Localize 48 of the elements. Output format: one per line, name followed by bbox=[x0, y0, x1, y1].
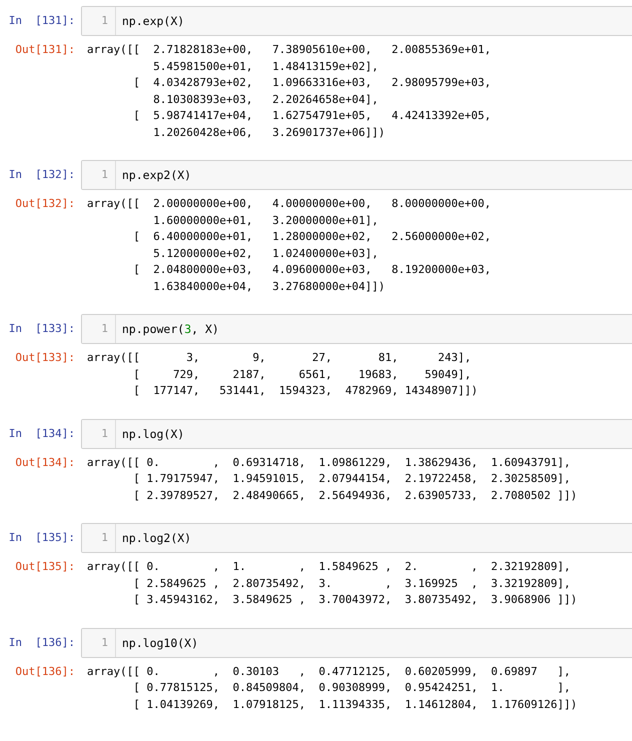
input-prompt: In [136]: bbox=[8, 634, 76, 650]
code-input[interactable]: 1 np.power(3, X) bbox=[81, 314, 632, 344]
line-number: 1 bbox=[82, 161, 116, 189]
input-prompt: In [133]: bbox=[8, 321, 76, 337]
output-line: array([[ 0. , 0.69314718, 1.09861229, 1.38629436, 1.60943791], bbox=[87, 454, 572, 470]
line-number: 1 bbox=[82, 420, 116, 448]
output-line: 1.63840000e+04, 3.27680000e+04]]) bbox=[152, 278, 386, 294]
output-line: 5.45981500e+01, 1.48413159e+02], bbox=[152, 58, 380, 74]
output-line: array([[ 0. , 1. , 1.5849625 , 2. , 2.32192809], bbox=[87, 559, 572, 575]
output-line: array([[ 3, 9, 27, 81, 243], bbox=[87, 350, 472, 366]
output-prompt: Out[136]: bbox=[14, 664, 76, 680]
output-line: [ 729, 2187, 6561, 19683, 59049], bbox=[132, 366, 472, 382]
output-line: [ 2.04800000e+03, 4.09600000e+03, 8.19200000e+03, bbox=[132, 262, 492, 278]
output-line: 8.10308393e+03, 2.20264658e+04], bbox=[152, 92, 380, 108]
code-input[interactable]: 1 np.log2(X) bbox=[81, 523, 632, 553]
line-number: 1 bbox=[82, 524, 116, 552]
output-line: [ 4.03428793e+02, 1.09663316e+03, 2.98095799e+03, bbox=[132, 75, 492, 91]
output-line: [ 1.79175947, 1.94591015, 2.07944154, 2.19722458, 2.30258509], bbox=[132, 471, 572, 487]
output-line: [ 177147, 531441, 1594323, 4782969, 14348907]]) bbox=[132, 383, 479, 399]
output-line: [ 1.04139269, 1.07918125, 1.11394335, 1.14612804, 1.17609126]]) bbox=[132, 696, 578, 712]
line-number: 1 bbox=[82, 7, 116, 35]
output-line: [ 5.98741417e+04, 1.62754791e+05, 4.42413392e+05, bbox=[132, 108, 492, 124]
output-prompt: Out[133]: bbox=[14, 350, 76, 366]
output-line: 1.20260428e+06, 3.26901737e+06]]) bbox=[152, 124, 386, 140]
code-input[interactable]: 1 np.log(X) bbox=[81, 418, 632, 448]
output-line: 1.60000000e+01, 3.20000000e+01], bbox=[152, 212, 380, 228]
input-prompt: In [135]: bbox=[8, 530, 76, 546]
output-line: [ 2.5849625 , 2.80735492, 3. , 3.169925 , 3.32192809], bbox=[132, 576, 572, 592]
output-line: array([[ 2.71828183e+00, 7.38905610e+00, 2.00855369e+01, bbox=[87, 42, 492, 58]
output-line: [ 0.77815125, 0.84509804, 0.90308999, 0.95424251, 1. ], bbox=[132, 680, 572, 696]
output-prompt: Out[131]: bbox=[14, 42, 76, 58]
input-prompt: In [132]: bbox=[8, 167, 76, 183]
output-prompt: Out[132]: bbox=[14, 196, 76, 212]
code-input[interactable]: 1 np.exp(X) bbox=[81, 6, 632, 36]
input-prompt: In [134]: bbox=[8, 426, 76, 442]
line-number: 1 bbox=[82, 628, 116, 656]
output-line: [ 2.39789527, 2.48490665, 2.56494936, 2.63905733, 2.7080502 ]]) bbox=[132, 488, 578, 504]
code-input[interactable]: 1 np.log10(X) bbox=[81, 628, 632, 658]
output-line: array([[ 2.00000000e+00, 4.00000000e+00, 8.00000000e+00, bbox=[87, 196, 492, 212]
output-line: [ 3.45943162, 3.5849625 , 3.70043972, 3.80735492, 3.9068906 ]]) bbox=[132, 592, 578, 608]
code-input[interactable]: 1 np.exp2(X) bbox=[81, 160, 632, 190]
output-prompt: Out[135]: bbox=[14, 559, 76, 575]
line-number: 1 bbox=[82, 315, 116, 343]
output-line: 5.12000000e+02, 1.02400000e+03], bbox=[152, 246, 380, 262]
output-line: array([[ 0. , 0.30103 , 0.47712125, 0.60205999, 0.69897 ], bbox=[87, 664, 572, 680]
output-line: [ 6.40000000e+01, 1.28000000e+02, 2.56000000e+02, bbox=[132, 229, 492, 245]
output-prompt: Out[134]: bbox=[14, 454, 76, 470]
input-prompt: In [131]: bbox=[8, 13, 76, 29]
